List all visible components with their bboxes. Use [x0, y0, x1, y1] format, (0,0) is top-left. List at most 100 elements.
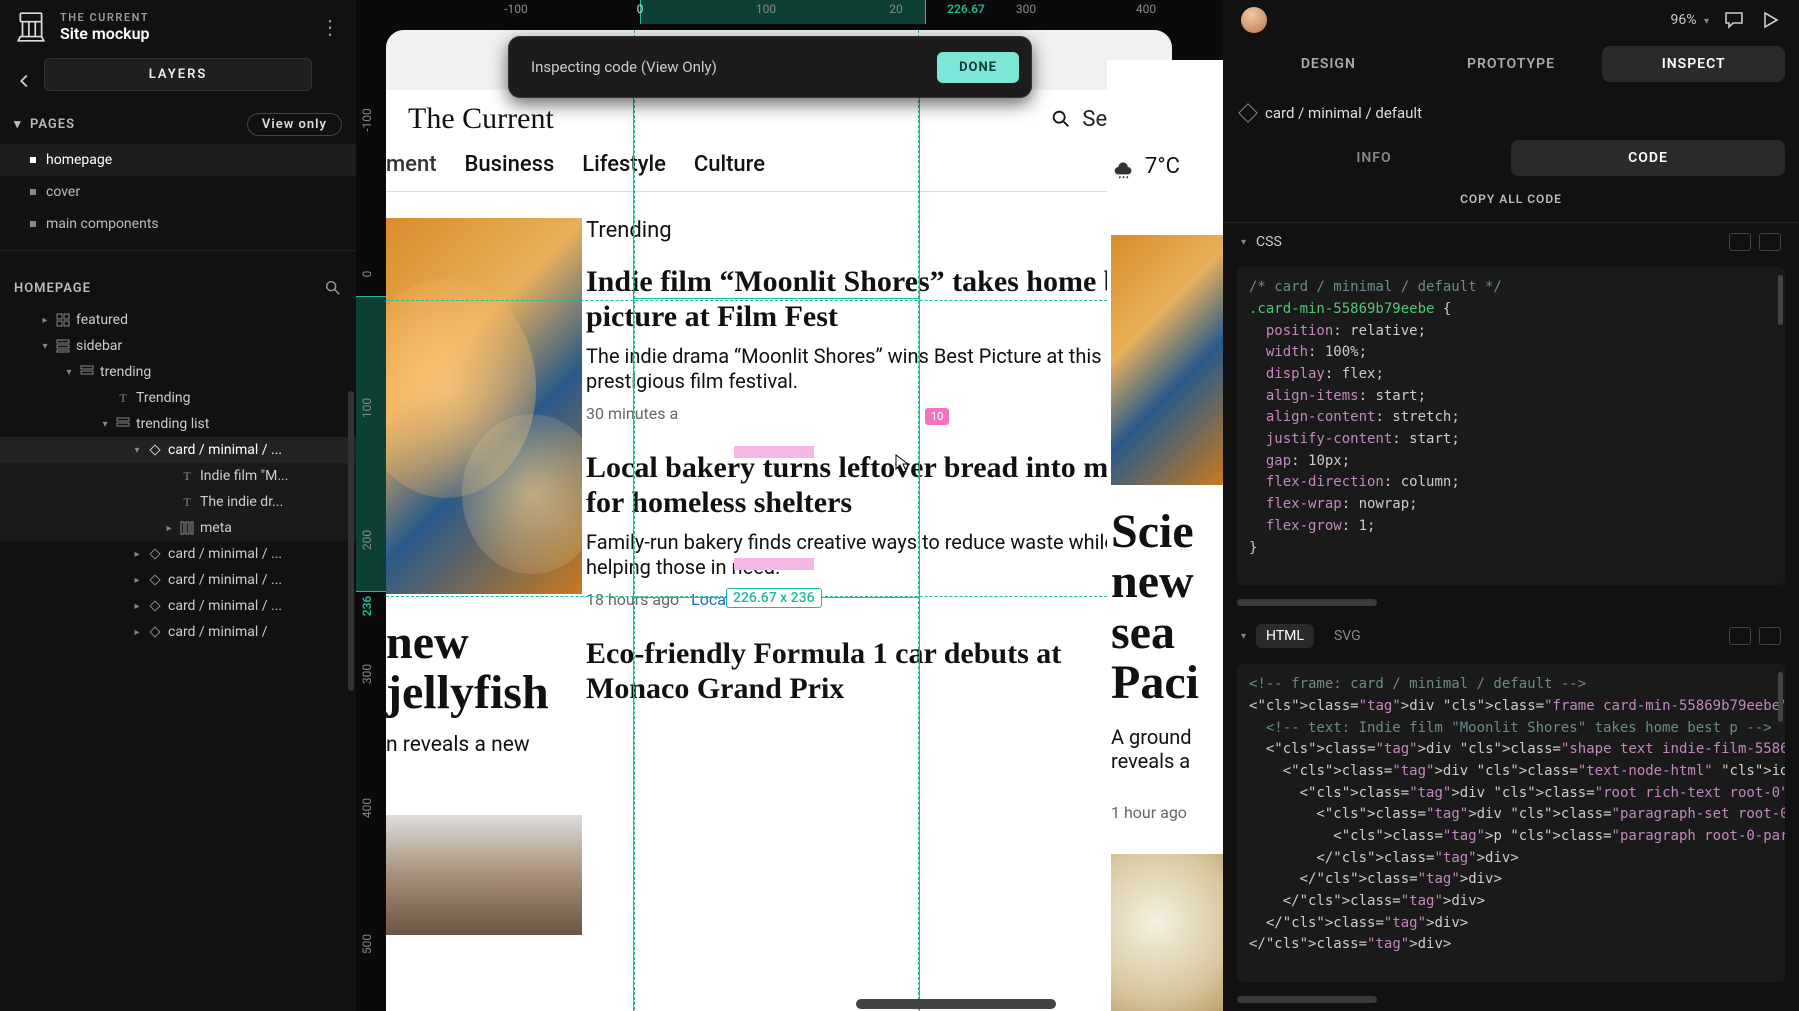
tree-header: HOMEPAGE [0, 261, 356, 307]
tab-svg[interactable]: SVG [1324, 624, 1371, 648]
tree-row-sidebar[interactable]: ▾ sidebar [0, 333, 356, 359]
selection-path[interactable]: card / minimal / default [1223, 94, 1799, 132]
chevron-down-icon: ▾ [64, 367, 74, 378]
hero-headline: ScienewseaPaci [1107, 485, 1223, 709]
tree-label: Trending [136, 390, 191, 406]
nav-item[interactable]: Culture [694, 152, 765, 177]
featured-sub: n reveals a new [386, 719, 586, 757]
copy-all-code-button[interactable]: COPY ALL CODE [1223, 176, 1799, 223]
project-header: THE CURRENT Site mockup ⋮ [0, 0, 356, 48]
frame-mobile[interactable]: The Current Search ment Business Lifesty… [386, 30, 1172, 1011]
page-item-homepage[interactable]: homepage [0, 144, 356, 176]
tree-row-trending[interactable]: ▾ trending [0, 359, 356, 385]
secondary-image [1111, 854, 1223, 1011]
search-icon[interactable] [324, 279, 342, 297]
html-section-header[interactable]: ▾ HTML SVG [1223, 614, 1799, 658]
tree-label: card / minimal / ... [168, 598, 282, 614]
code-action-icon[interactable] [1729, 233, 1751, 251]
featured-image-2 [386, 815, 582, 935]
toast-done-button[interactable]: DONE [937, 52, 1019, 83]
html-codeblock[interactable]: <!-- frame: card / minimal / default -->… [1237, 664, 1785, 982]
site-logo[interactable]: The Current [408, 102, 554, 136]
css-codeblock[interactable]: /* card / minimal / default */ .card-min… [1237, 267, 1785, 585]
inspect-toast: Inspecting code (View Only) DONE [508, 36, 1032, 98]
tab-design[interactable]: DESIGN [1237, 46, 1420, 82]
zoom-level[interactable]: 96% ▾ [1670, 12, 1709, 28]
copy-icon[interactable] [1759, 233, 1781, 251]
card[interactable]: Indie film “Moonlit Shores” takes home b… [586, 265, 1172, 451]
mode-tabs: DESIGN PROTOTYPE INSPECT [1223, 40, 1799, 94]
hero-sub: A groundreveals a [1107, 709, 1223, 773]
chevron-right-icon: ▸ [132, 601, 142, 612]
chevron-right-icon: ▸ [132, 575, 142, 586]
user-avatar[interactable] [1241, 7, 1267, 33]
pages-header[interactable]: ▾ PAGES View only [0, 101, 356, 144]
code-scrollbar-h[interactable] [1237, 599, 1377, 606]
canvas-scrollbar[interactable] [856, 999, 1056, 1009]
css-section-header[interactable]: ▾ CSS [1223, 223, 1799, 261]
tab-info[interactable]: INFO [1237, 140, 1511, 176]
columns-icon [180, 521, 194, 535]
tree-row-featured[interactable]: ▸ featured [0, 307, 356, 333]
tree-row-card[interactable]: ▸ card / minimal / ... [0, 593, 356, 619]
tree-scrollbar[interactable] [348, 391, 354, 691]
nav-item[interactable]: ment [386, 152, 437, 177]
canvas[interactable]: -100010020226.67300400 -1000100200236300… [356, 0, 1223, 1011]
frames-viewport[interactable]: < 768px The Current Search ment Business… [386, 24, 1223, 1011]
card[interactable]: Eco-friendly Formula 1 car debuts at Mon… [586, 637, 1172, 734]
tab-code[interactable]: CODE [1511, 140, 1785, 176]
card-title: Local bakery turns leftover bread into m… [586, 451, 1172, 520]
menu-dots-icon[interactable]: ⋮ [318, 15, 342, 39]
code-action-icon[interactable] [1729, 627, 1751, 645]
card-body: Family-run bakery finds creative ways to… [586, 520, 1172, 580]
code-scrollbar-h[interactable] [1237, 996, 1377, 1003]
hero-time: 1 hour ago [1107, 773, 1223, 822]
text-icon: T [116, 391, 130, 405]
tree-row-text-indie[interactable]: T Indie film "M... [0, 463, 356, 489]
selection-path-text: card / minimal / default [1265, 104, 1422, 122]
page-bullet-icon [30, 157, 36, 163]
tree-row-trending-text[interactable]: T Trending [0, 385, 356, 411]
layers-tab[interactable]: LAYERS [44, 58, 312, 91]
project-title: Site mockup [60, 24, 306, 43]
page-item-main-components[interactable]: main components [0, 208, 356, 240]
text-icon: T [180, 495, 194, 509]
page-item-cover[interactable]: cover [0, 176, 356, 208]
ruler-horizontal: -100010020226.67300400 [386, 0, 1223, 24]
tree-row-text-drama[interactable]: T The indie dr... [0, 489, 356, 515]
frame-desktop-peek[interactable]: 7°C ScienewseaPaci A groundreveals a 1 h… [1107, 60, 1223, 1011]
tree-row-trending-list[interactable]: ▾ trending list [0, 411, 356, 437]
card-time: 18 hours ago [586, 590, 679, 609]
play-icon[interactable] [1759, 9, 1781, 31]
tree-row-meta[interactable]: ▸ meta [0, 515, 356, 541]
tree-row-card-selected[interactable]: ▾ card / minimal / ... [0, 437, 356, 463]
tab-html[interactable]: HTML [1256, 624, 1314, 648]
ruler-vertical: -1000100200236300400500 [356, 24, 386, 1011]
tab-prototype[interactable]: PROTOTYPE [1420, 46, 1603, 82]
site-header: The Current Search [386, 90, 1172, 148]
tree-row-card[interactable]: ▸ card / minimal / ... [0, 541, 356, 567]
chevron-down-icon: ▾ [14, 117, 24, 132]
code-scrollbar[interactable] [1778, 672, 1783, 722]
page-item-label: cover [46, 184, 80, 200]
chevron-down-icon: ▾ [100, 419, 110, 430]
card-title: Indie film “Moonlit Shores” takes home b… [586, 265, 1172, 334]
trending-heading: Trending [586, 218, 1172, 265]
tree-label: The indie dr... [200, 494, 283, 510]
tree-label: featured [76, 312, 128, 328]
tree-label: card / minimal / ... [168, 442, 282, 458]
tab-inspect[interactable]: INSPECT [1602, 46, 1785, 82]
code-scrollbar[interactable] [1778, 275, 1783, 325]
back-arrow-icon[interactable] [14, 70, 36, 92]
card[interactable]: Local bakery turns leftover bread into m… [586, 451, 1172, 637]
copy-icon[interactable] [1759, 627, 1781, 645]
card-tag[interactable]: Local news [691, 590, 771, 609]
rain-icon [1111, 155, 1137, 179]
tree-label: meta [200, 520, 232, 536]
nav-item[interactable]: Business [465, 152, 555, 177]
site-nav: ment Business Lifestyle Culture [386, 148, 1172, 192]
tree-row-card[interactable]: ▸ card / minimal / [0, 619, 356, 645]
nav-item[interactable]: Lifestyle [582, 152, 666, 177]
comment-icon[interactable] [1723, 9, 1745, 31]
tree-row-card[interactable]: ▸ card / minimal / ... [0, 567, 356, 593]
